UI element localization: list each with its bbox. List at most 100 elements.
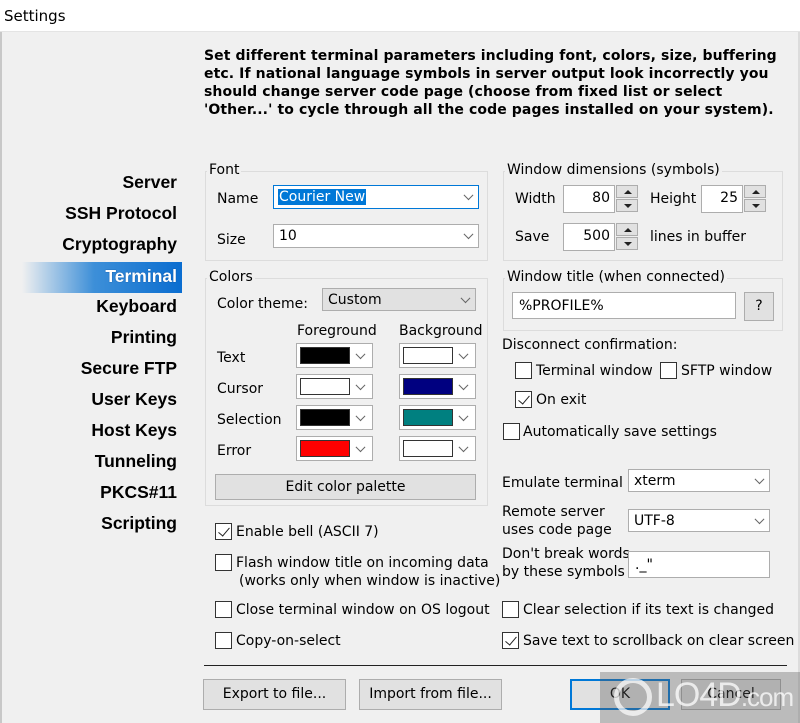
spin-up-icon[interactable] xyxy=(616,223,638,236)
window-title-input[interactable]: %PROFILE% xyxy=(512,292,736,319)
window-title: Settings xyxy=(4,7,66,25)
sidebar-item-secure-ftp[interactable]: Secure FTP xyxy=(0,355,182,386)
sidebar-item-terminal[interactable]: Terminal xyxy=(22,262,182,293)
edit-color-palette-button[interactable]: Edit color palette xyxy=(215,474,476,500)
disconnect-confirmation-label: Disconnect confirmation: xyxy=(502,337,678,353)
sidebar-item-scripting[interactable]: Scripting xyxy=(0,510,182,541)
no-break-label-line1: Don't break words xyxy=(502,546,630,562)
cursor-background-color-picker[interactable] xyxy=(399,374,476,399)
flash-title-sublabel: (works only when window is inactive) xyxy=(239,573,501,589)
chevron-down-icon xyxy=(463,190,474,201)
chevron-down-icon xyxy=(463,229,474,240)
height-spinner[interactable] xyxy=(744,185,766,213)
sidebar-item-keyboard[interactable]: Keyboard xyxy=(0,293,182,324)
page-description: Set different terminal parameters includ… xyxy=(204,48,777,118)
ok-button[interactable]: OK xyxy=(570,679,670,710)
cursor-foreground-color-picker[interactable] xyxy=(296,374,373,399)
spin-down-icon[interactable] xyxy=(744,199,766,212)
sidebar-item-tunneling[interactable]: Tunneling xyxy=(0,448,182,479)
flash-title-checkbox[interactable] xyxy=(215,554,232,571)
selection-background-color-picker[interactable] xyxy=(399,405,476,430)
auto-save-settings-checkbox[interactable] xyxy=(503,423,520,440)
sidebar-item-cryptography[interactable]: Cryptography xyxy=(0,231,182,262)
font-size-value: 10 xyxy=(279,228,297,244)
height-label: Height xyxy=(650,191,697,207)
chevron-down-icon xyxy=(458,348,469,359)
width-spinner[interactable] xyxy=(616,185,638,213)
close-on-logout-label: Close terminal window on OS logout xyxy=(236,602,490,618)
font-name-select[interactable]: Courier New xyxy=(273,185,479,209)
chevron-down-icon xyxy=(458,379,469,390)
spin-down-icon[interactable] xyxy=(616,237,638,250)
code-page-select[interactable]: UTF-8 xyxy=(628,509,770,532)
enable-bell-checkbox[interactable] xyxy=(215,523,232,540)
chevron-down-icon xyxy=(355,348,366,359)
color-swatch xyxy=(300,378,350,395)
emulate-terminal-value: xterm xyxy=(634,472,676,489)
chevron-down-icon xyxy=(754,473,765,484)
buffer-lines-spinner[interactable] xyxy=(616,223,638,251)
spin-up-icon[interactable] xyxy=(744,185,766,198)
buffer-lines-input[interactable]: 500 xyxy=(563,223,615,251)
terminal-window-checkbox[interactable] xyxy=(515,362,532,379)
color-row-label-cursor: Cursor xyxy=(217,381,264,397)
sftp-window-checkbox[interactable] xyxy=(660,362,677,379)
spin-up-icon[interactable] xyxy=(616,185,638,198)
color-swatch xyxy=(403,440,453,457)
no-break-label-line2: by these symbols xyxy=(502,564,625,580)
buffer-lines-value: 500 xyxy=(583,228,610,244)
font-group-label: Font xyxy=(207,162,242,178)
clear-selection-checkbox[interactable] xyxy=(502,601,519,618)
error-foreground-color-picker[interactable] xyxy=(296,436,373,461)
width-label: Width xyxy=(515,191,556,207)
text-background-color-picker[interactable] xyxy=(399,343,476,368)
copy-on-select-label: Copy-on-select xyxy=(236,633,341,649)
chevron-down-icon xyxy=(355,379,366,390)
copy-on-select-checkbox[interactable] xyxy=(215,632,232,649)
chevron-down-icon xyxy=(754,513,765,524)
color-row-label-selection: Selection xyxy=(217,412,282,428)
color-theme-select[interactable]: Custom xyxy=(322,288,476,311)
color-theme-label: Color theme: xyxy=(217,296,308,312)
sidebar-item-server[interactable]: Server xyxy=(0,169,182,200)
color-swatch xyxy=(403,347,453,364)
auto-save-settings-label: Automatically save settings xyxy=(523,424,717,440)
height-input[interactable]: 25 xyxy=(701,185,743,213)
sidebar-item-pkcs11[interactable]: PKCS#11 xyxy=(0,479,182,510)
flash-title-label: Flash window title on incoming data xyxy=(236,555,489,571)
emulate-terminal-select[interactable]: xterm xyxy=(628,469,770,492)
on-exit-checkbox[interactable] xyxy=(515,391,532,408)
color-swatch xyxy=(300,347,350,364)
sftp-window-label: SFTP window xyxy=(681,363,773,379)
close-on-logout-checkbox[interactable] xyxy=(215,601,232,618)
chevron-down-icon xyxy=(355,410,366,421)
selection-foreground-color-picker[interactable] xyxy=(296,405,373,430)
chevron-down-icon xyxy=(458,441,469,452)
error-background-color-picker[interactable] xyxy=(399,436,476,461)
foreground-header: Foreground xyxy=(297,323,377,339)
text-foreground-color-picker[interactable] xyxy=(296,343,373,368)
export-to-file-button[interactable]: Export to file... xyxy=(203,679,346,710)
color-theme-value: Custom xyxy=(328,291,382,308)
window-title-help-button[interactable]: ? xyxy=(744,292,774,321)
code-page-label-line1: Remote server xyxy=(502,504,605,520)
terminal-window-label: Terminal window xyxy=(536,363,653,379)
import-from-file-button[interactable]: Import from file... xyxy=(359,679,502,710)
code-page-label-line2: uses code page xyxy=(502,522,612,538)
footer-separator xyxy=(204,665,787,666)
no-break-symbols-input[interactable]: ._" xyxy=(628,551,770,578)
cancel-button[interactable]: Cancel xyxy=(681,679,781,710)
save-scrollback-checkbox[interactable] xyxy=(502,632,519,649)
sidebar-item-host-keys[interactable]: Host Keys xyxy=(0,417,182,448)
sidebar-item-ssh-protocol[interactable]: SSH Protocol xyxy=(0,200,182,231)
font-size-select[interactable]: 10 xyxy=(273,224,479,248)
no-break-symbols-value: ._" xyxy=(635,556,653,573)
clear-selection-label: Clear selection if its text is changed xyxy=(523,602,774,618)
spin-down-icon[interactable] xyxy=(616,199,638,212)
title-bar: Settings xyxy=(0,0,800,32)
sidebar-item-printing[interactable]: Printing xyxy=(0,324,182,355)
width-input[interactable]: 80 xyxy=(563,185,615,213)
on-exit-label: On exit xyxy=(536,392,587,408)
chevron-down-icon xyxy=(460,292,471,303)
sidebar-item-user-keys[interactable]: User Keys xyxy=(0,386,182,417)
